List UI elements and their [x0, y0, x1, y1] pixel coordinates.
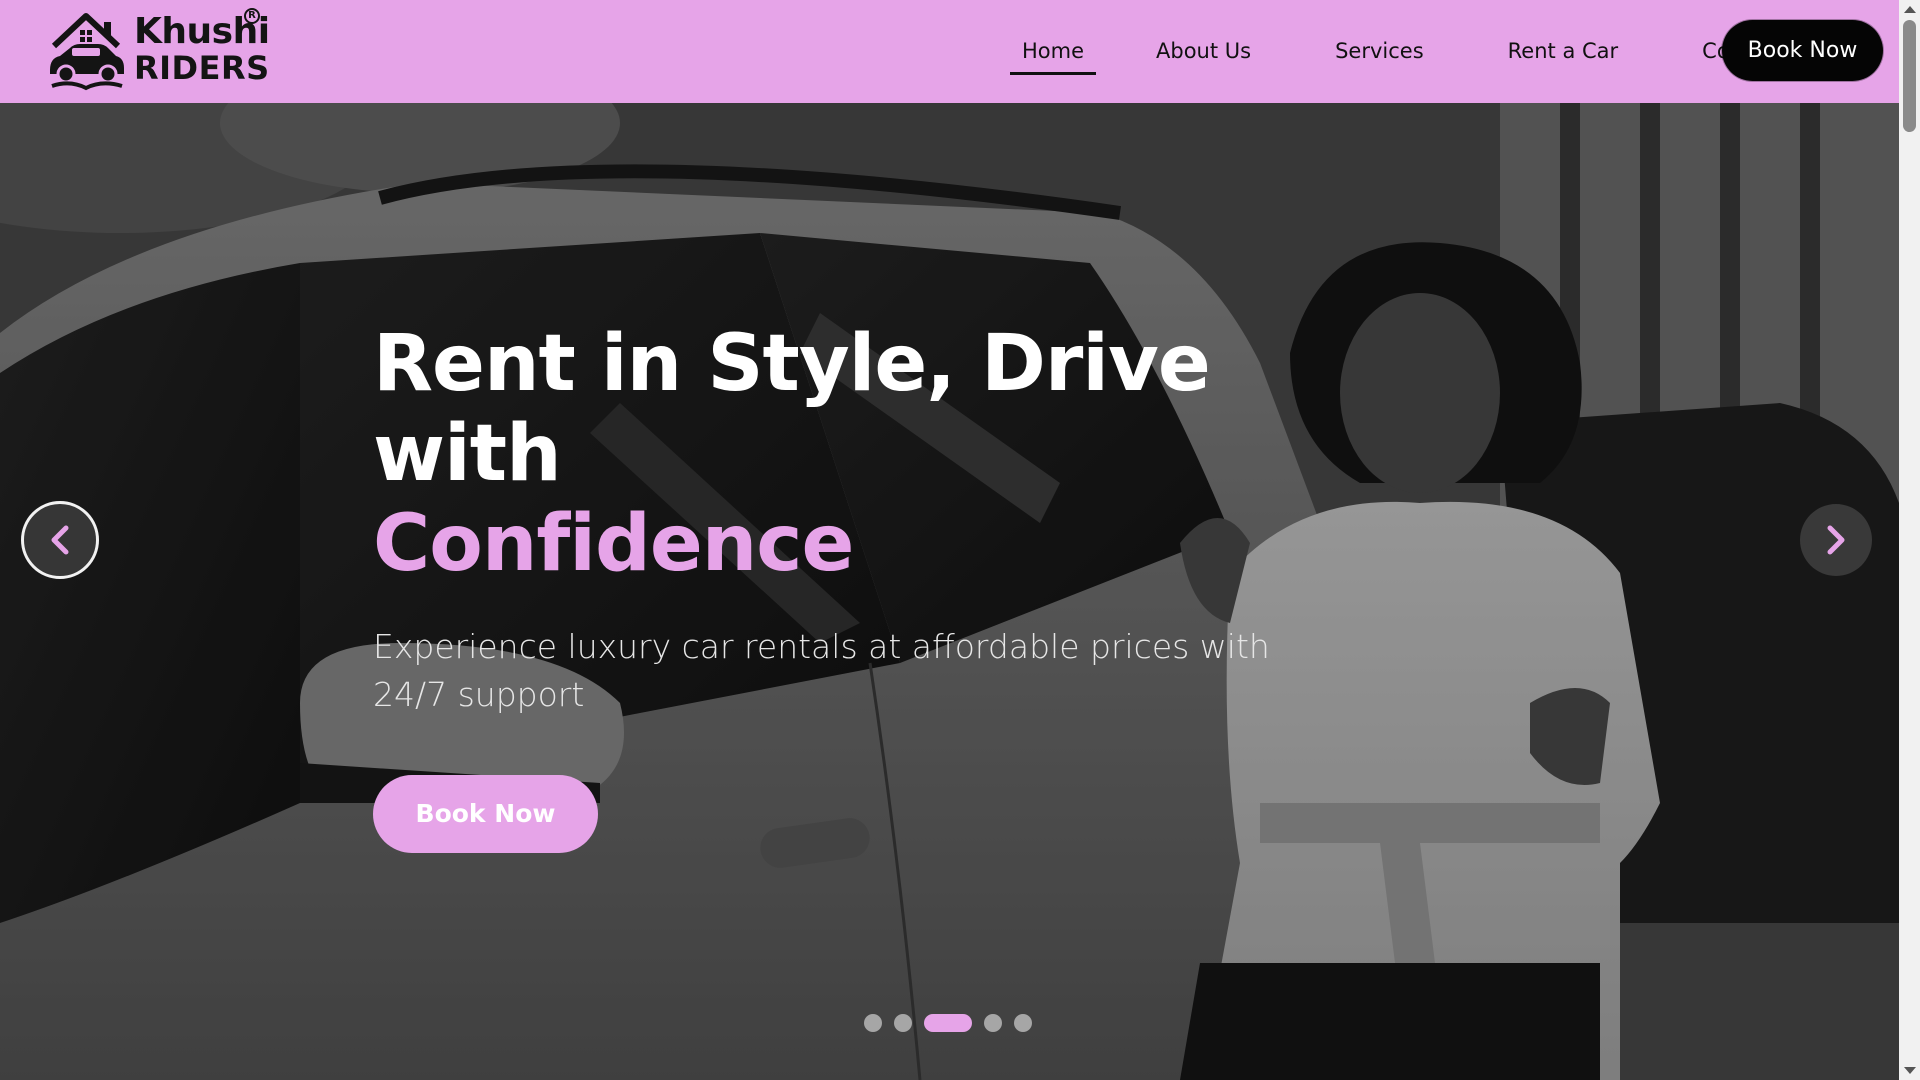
hero-carousel: Rent in Style, Drive with Confidence Exp… [0, 103, 1899, 1080]
hero-title: Rent in Style, Drive with Confidence [373, 319, 1353, 589]
carousel-dot-1[interactable] [864, 1014, 882, 1032]
hero-title-accent: Confidence [373, 499, 854, 589]
scroll-down-arrow-icon[interactable] [1904, 1067, 1916, 1074]
carousel-dot-4[interactable] [984, 1014, 1002, 1032]
carousel-next-button[interactable] [1800, 504, 1872, 576]
carousel-dot-3[interactable] [924, 1014, 972, 1032]
site-header: Khushi RIDERS R Home About Us Services R… [0, 0, 1899, 103]
brand-name-line2: RIDERS [134, 49, 270, 87]
carousel-dot-2[interactable] [894, 1014, 912, 1032]
hero-content: Rent in Style, Drive with Confidence Exp… [373, 319, 1353, 853]
nav-item-services[interactable]: Services [1323, 0, 1436, 103]
brand-logo[interactable]: Khushi RIDERS R [46, 8, 276, 94]
house-car-emblem-icon [50, 13, 124, 91]
hero-subtitle: Experience luxury car rentals at afforda… [373, 627, 1270, 714]
nav-item-about-us[interactable]: About Us [1144, 0, 1263, 103]
chevron-left-icon [51, 525, 69, 555]
carousel-dot-5[interactable] [1014, 1014, 1032, 1032]
page-scrollbar[interactable] [1899, 0, 1920, 1080]
scrollbar-thumb[interactable] [1903, 20, 1916, 132]
carousel-prev-button[interactable] [21, 501, 99, 579]
nav-item-rent-a-car[interactable]: Rent a Car [1496, 0, 1631, 103]
nav-item-home[interactable]: Home [1010, 0, 1097, 103]
hero-book-now-button[interactable]: Book Now [373, 775, 598, 853]
scroll-up-arrow-icon[interactable] [1904, 6, 1916, 13]
registered-mark-icon: R [244, 8, 260, 24]
hero-title-main: Rent in Style, Drive with [373, 319, 1211, 499]
carousel-dots [864, 1014, 1044, 1032]
chevron-right-icon [1827, 525, 1845, 555]
page: Khushi RIDERS R Home About Us Services R… [0, 0, 1920, 1080]
header-book-now-button[interactable]: Book Now [1722, 20, 1883, 81]
